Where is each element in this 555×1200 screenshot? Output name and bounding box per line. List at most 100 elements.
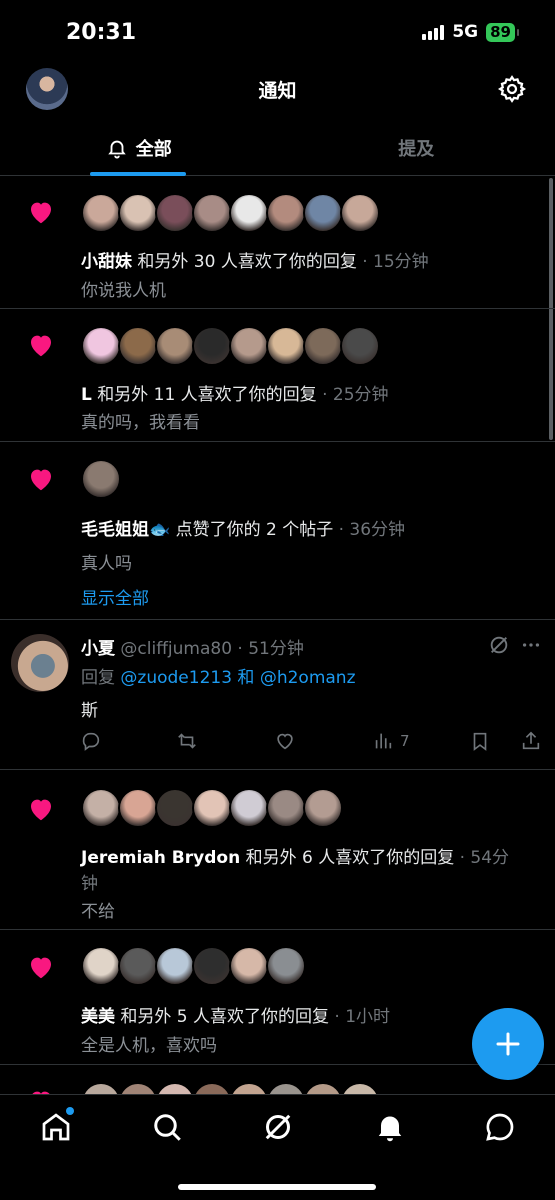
notification-item[interactable]: 小甜妹 和另外 30 人喜欢了你的回复 · 15分钟 你说我人机 xyxy=(0,177,555,309)
like-button[interactable] xyxy=(274,730,296,752)
next-notification-partial xyxy=(0,1080,555,1094)
notification-text: 小甜妹 和另外 30 人喜欢了你的回复 · 15分钟 xyxy=(81,247,429,272)
notification-snippet: 全是人机，喜欢吗 xyxy=(81,1036,217,1056)
notification-text: 毛毛姐姐🐟 点赞了你的 2 个帖子 · 36分钟 xyxy=(81,515,405,540)
actor-name[interactable]: 毛毛姐姐🐟 xyxy=(81,520,170,540)
user-avatar[interactable] xyxy=(118,193,158,233)
user-avatar[interactable] xyxy=(81,788,121,828)
notification-item[interactable]: Jeremiah Brydon 和另外 6 人喜欢了你的回复 · 54分 钟 不… xyxy=(0,770,555,930)
notification-snippet: 不给 xyxy=(81,902,115,922)
user-avatar[interactable] xyxy=(155,193,195,233)
avatar-group xyxy=(81,326,380,366)
tab-mentions[interactable]: 提及 xyxy=(278,120,555,175)
post-item[interactable]: 小夏 @cliffjuma80 · 51分钟 回复 @zuode1213 和 @… xyxy=(0,620,555,770)
notification-snippet: 你说我人机 xyxy=(81,281,166,301)
post-author-name[interactable]: 小夏 xyxy=(81,639,115,659)
reply-button[interactable] xyxy=(80,730,102,752)
reply-to: 回复 @zuode1213 和 @h2omanz xyxy=(81,663,356,688)
gear-icon[interactable] xyxy=(497,74,527,104)
user-avatar[interactable] xyxy=(303,788,343,828)
network-label: 5G xyxy=(452,22,479,42)
heart-icon xyxy=(31,202,51,224)
user-avatar[interactable] xyxy=(266,946,306,986)
more-icon[interactable] xyxy=(520,634,542,656)
grok-icon xyxy=(265,1114,291,1140)
user-avatar[interactable] xyxy=(155,788,195,828)
page-title: 通知 xyxy=(258,80,297,102)
user-avatar[interactable] xyxy=(340,326,380,366)
reply-prefix: 回复 xyxy=(81,668,121,688)
retweet-button[interactable] xyxy=(176,730,198,752)
notification-item[interactable]: 毛毛姐姐🐟 点赞了你的 2 个帖子 · 36分钟 真人吗 显示全部 xyxy=(0,442,555,620)
share-button[interactable] xyxy=(520,730,542,752)
compose-button[interactable] xyxy=(472,1008,544,1080)
user-avatar[interactable] xyxy=(229,193,269,233)
user-avatar[interactable] xyxy=(303,193,343,233)
views-count: 7 xyxy=(400,732,410,750)
avatar-group xyxy=(81,946,306,986)
timestamp: · 36分钟 xyxy=(333,520,406,540)
user-avatar[interactable] xyxy=(266,326,306,366)
notification-item[interactable]: L 和另外 11 人喜欢了你的回复 · 25分钟 真的吗，我看看 xyxy=(0,309,555,442)
heart-icon xyxy=(31,335,51,357)
views-button[interactable]: 7 xyxy=(372,730,410,752)
user-avatar[interactable] xyxy=(81,193,121,233)
search-icon xyxy=(154,1114,181,1141)
timestamp: · 54分 xyxy=(454,848,510,868)
timestamp-wrap: 钟 xyxy=(81,874,98,894)
actor-name[interactable]: L xyxy=(81,385,92,405)
nav-grok[interactable] xyxy=(260,1109,296,1145)
post-avatar[interactable] xyxy=(11,634,69,692)
heart-icon xyxy=(31,799,51,821)
nav-home[interactable] xyxy=(38,1107,74,1145)
user-avatar[interactable] xyxy=(192,326,232,366)
status-indicators: 5G 89 xyxy=(422,22,519,42)
user-avatar[interactable] xyxy=(340,193,380,233)
notification-snippet: 真的吗，我看看 xyxy=(81,413,200,433)
user-avatar[interactable] xyxy=(303,326,343,366)
nav-search[interactable] xyxy=(149,1109,185,1145)
notification-snippet: 真人吗 xyxy=(81,554,132,574)
user-avatar[interactable] xyxy=(118,326,158,366)
tab-all[interactable]: 全部 xyxy=(0,120,278,176)
user-avatar[interactable] xyxy=(192,788,232,828)
reply-icon xyxy=(82,732,100,751)
signal-icon xyxy=(422,24,445,40)
user-avatar[interactable] xyxy=(81,326,121,366)
actor-name[interactable]: 小甜妹 xyxy=(81,252,132,272)
nav-notifications[interactable] xyxy=(372,1109,408,1145)
reply-mentions[interactable]: @zuode1213 和 @h2omanz xyxy=(120,668,355,688)
messages-icon xyxy=(486,1113,514,1141)
user-avatar[interactable] xyxy=(266,193,306,233)
avatar-group xyxy=(81,788,343,828)
show-all-link[interactable]: 显示全部 xyxy=(81,584,149,609)
views-icon xyxy=(375,733,392,749)
user-avatar[interactable] xyxy=(266,788,306,828)
user-avatar[interactable] xyxy=(118,946,158,986)
user-avatar[interactable] xyxy=(229,788,269,828)
post-timestamp: · 51分钟 xyxy=(232,639,304,659)
top-header: 通知 xyxy=(0,62,555,120)
user-avatar[interactable] xyxy=(81,459,121,499)
tab-all-label: 全部 xyxy=(135,138,172,160)
home-indicator[interactable] xyxy=(178,1184,376,1190)
user-avatar[interactable] xyxy=(229,326,269,366)
user-avatar[interactable] xyxy=(155,946,195,986)
user-avatar[interactable] xyxy=(118,788,158,828)
grok-icon[interactable] xyxy=(488,634,510,656)
user-avatar[interactable] xyxy=(81,946,121,986)
nav-messages[interactable] xyxy=(482,1109,518,1145)
user-avatar[interactable] xyxy=(192,946,232,986)
heart-icon xyxy=(31,957,51,979)
avatar-group xyxy=(81,459,121,499)
actor-name[interactable]: Jeremiah Brydon xyxy=(81,848,240,868)
actor-name[interactable]: 美美 xyxy=(81,1007,115,1027)
bookmark-button[interactable] xyxy=(469,730,491,752)
heart-icon xyxy=(31,469,51,491)
user-avatar[interactable] xyxy=(229,946,269,986)
post-header: 小夏 @cliffjuma80 · 51分钟 xyxy=(81,634,304,659)
post-body: 斯 xyxy=(81,701,98,721)
user-avatar[interactable] xyxy=(192,193,232,233)
user-avatar[interactable] xyxy=(155,326,195,366)
bell-icon xyxy=(378,1116,402,1142)
